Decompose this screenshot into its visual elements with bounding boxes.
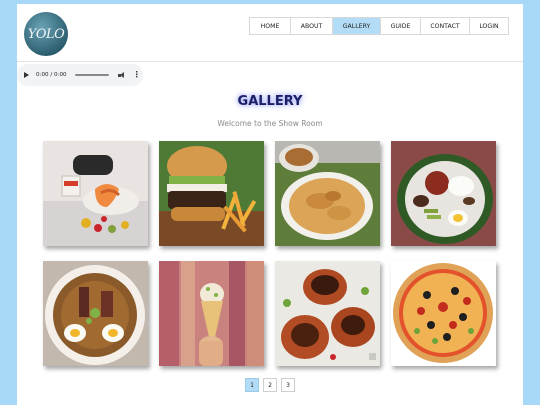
page-subtitle: Welcome to the Show Room [217,119,323,128]
logo[interactable]: YOLO [24,12,68,56]
volume-icon[interactable] [117,71,125,79]
page-title: GALLERY [237,94,303,109]
nav-guide[interactable]: GUIDE [380,17,420,35]
play-icon[interactable] [24,72,29,78]
header: YOLO HOME ABOUT GALLERY GUIDE CONTACT LO… [17,4,523,62]
gallery-image-burger[interactable] [159,141,264,246]
audio-progress-track[interactable] [74,74,109,76]
page-button-3[interactable]: 3 [281,378,295,392]
ramen-bowl-photo-icon [43,261,148,366]
logo-text: YOLO [27,26,65,42]
nasi-lemak-photo-icon [391,141,496,246]
pizza-photo-icon [391,261,496,366]
page: YOLO HOME ABOUT GALLERY GUIDE CONTACT LO… [17,4,523,405]
nav-gallery[interactable]: GALLERY [332,17,380,35]
gallery-image-roti[interactable] [275,141,380,246]
audio-player: 0:00 / 0:00 ⋮ [17,64,143,86]
nav-contact[interactable]: CONTACT [420,17,469,35]
gallery-image-nasi-lemak[interactable] [391,141,496,246]
gallery-image-pizza[interactable] [391,261,496,366]
roti-curry-photo-icon [275,141,380,246]
shrimp-dish-photo-icon [43,141,148,246]
audio-time: 0:00 / 0:00 [36,72,67,78]
nav-about[interactable]: ABOUT [290,17,332,35]
gallery-image-chicken[interactable] [275,261,380,366]
gallery-grid [43,141,501,366]
pagination: 1 2 3 [245,378,295,392]
gallery-image-ramen[interactable] [43,261,148,366]
burger-fries-photo-icon [159,141,264,246]
page-button-2[interactable]: 2 [263,378,277,392]
nav-login[interactable]: LOGIN [469,17,509,35]
gallery-image-shrimp[interactable] [43,141,148,246]
nav-bar: HOME ABOUT GALLERY GUIDE CONTACT LOGIN [249,17,509,35]
grilled-chicken-photo-icon [275,261,380,366]
gallery-image-ice-cream[interactable] [159,261,264,366]
nav-home[interactable]: HOME [249,17,290,35]
page-button-1[interactable]: 1 [245,378,259,392]
more-options-icon[interactable]: ⋮ [133,71,141,79]
ice-cream-cone-photo-icon [159,261,264,366]
